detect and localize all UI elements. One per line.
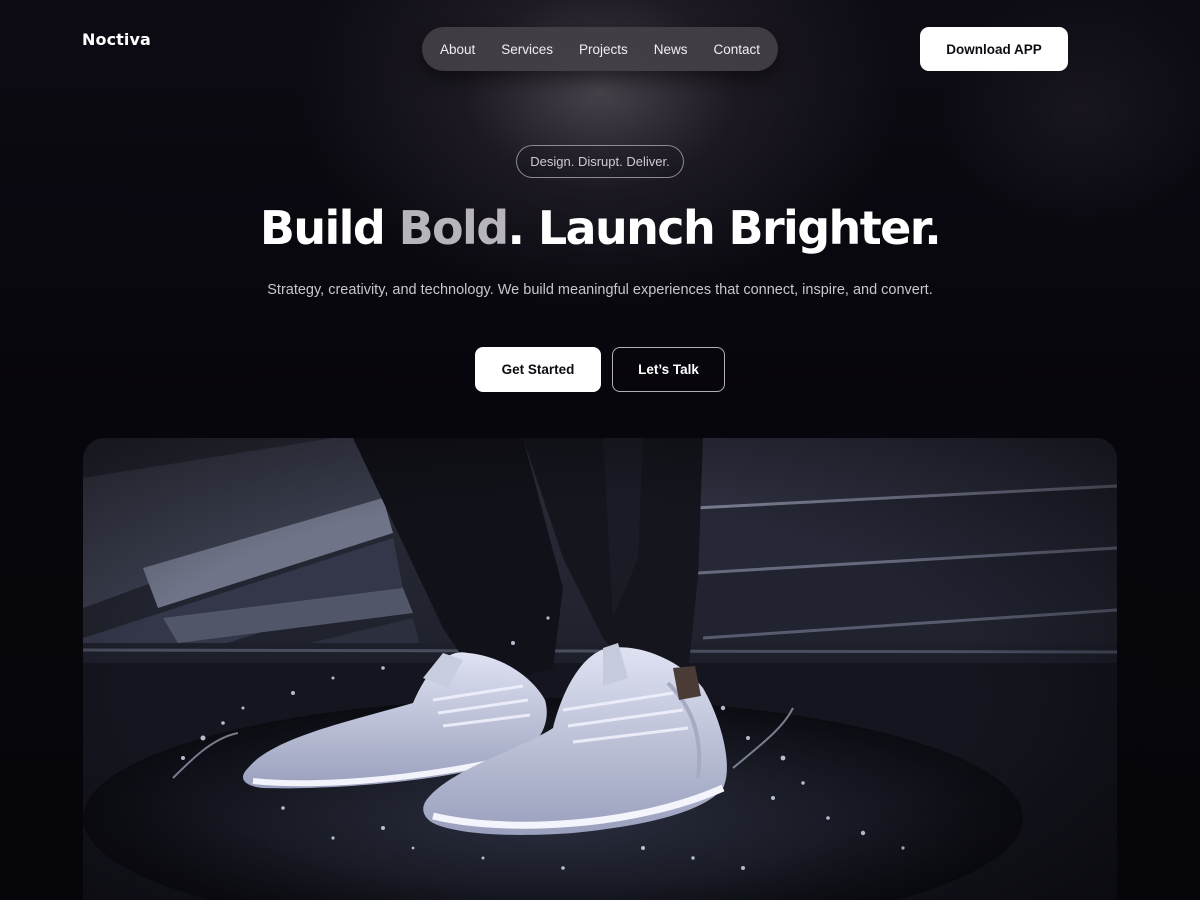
lets-talk-button[interactable]: Let’s Talk [612,347,725,392]
brand-logo[interactable]: Noctiva [82,30,151,49]
nav-item-news[interactable]: News [654,42,688,57]
hero-headline: Build Bold. Launch Brighter. [0,196,1200,260]
nav-item-services[interactable]: Services [501,42,553,57]
download-app-button[interactable]: Download APP [920,27,1068,71]
nav-item-contact[interactable]: Contact [713,42,760,57]
get-started-button[interactable]: Get Started [475,347,601,392]
nav-item-about[interactable]: About [440,42,475,57]
main-nav: About Services Projects News Contact [422,27,778,71]
hero-subtitle: Strategy, creativity, and technology. We… [267,282,933,298]
headline-part-1: Build [259,201,399,255]
nav-item-projects[interactable]: Projects [579,42,628,57]
headline-accent: Bold [398,201,510,255]
hero-image [83,438,1117,900]
headline-part-2: . Launch Brighter. [507,201,942,255]
landing-page: Noctiva About Services Projects News Con… [0,0,1200,900]
tagline-badge: Design. Disrupt. Deliver. [516,145,684,178]
